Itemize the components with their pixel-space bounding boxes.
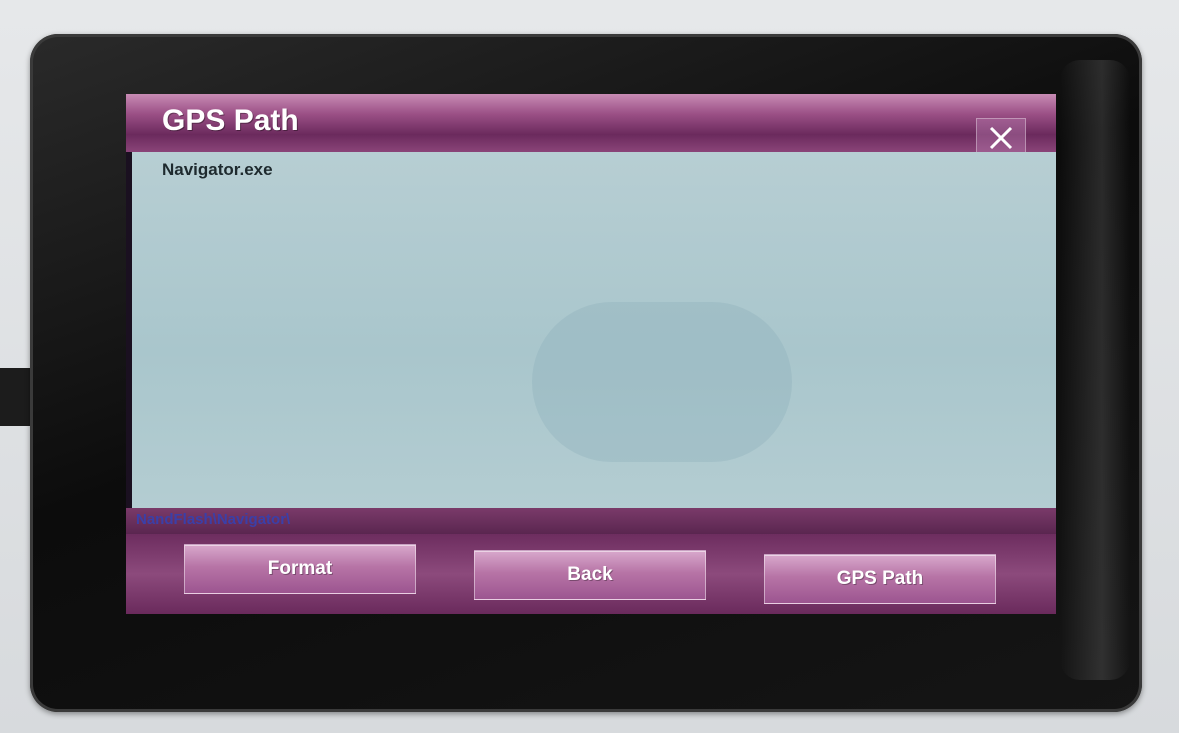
back-button[interactable]: Back <box>474 550 706 600</box>
window-title: GPS Path <box>162 104 299 137</box>
background-logo <box>532 302 792 462</box>
button-bar: Format Back GPS Path <box>126 534 1056 614</box>
file-list: Navigator.exe <box>132 152 1056 514</box>
screen: GPS Path Navigator.exe NandFlash\Navigat… <box>126 94 1056 614</box>
title-bar: GPS Path <box>126 94 1056 158</box>
bezel-reflection <box>1060 60 1130 680</box>
list-item[interactable]: Navigator.exe <box>162 160 273 180</box>
format-button[interactable]: Format <box>184 544 416 594</box>
close-icon <box>988 125 1014 151</box>
current-path: NandFlash\Navigator\ <box>136 511 291 528</box>
gps-path-button[interactable]: GPS Path <box>764 554 996 604</box>
path-bar: NandFlash\Navigator\ <box>126 508 1056 534</box>
